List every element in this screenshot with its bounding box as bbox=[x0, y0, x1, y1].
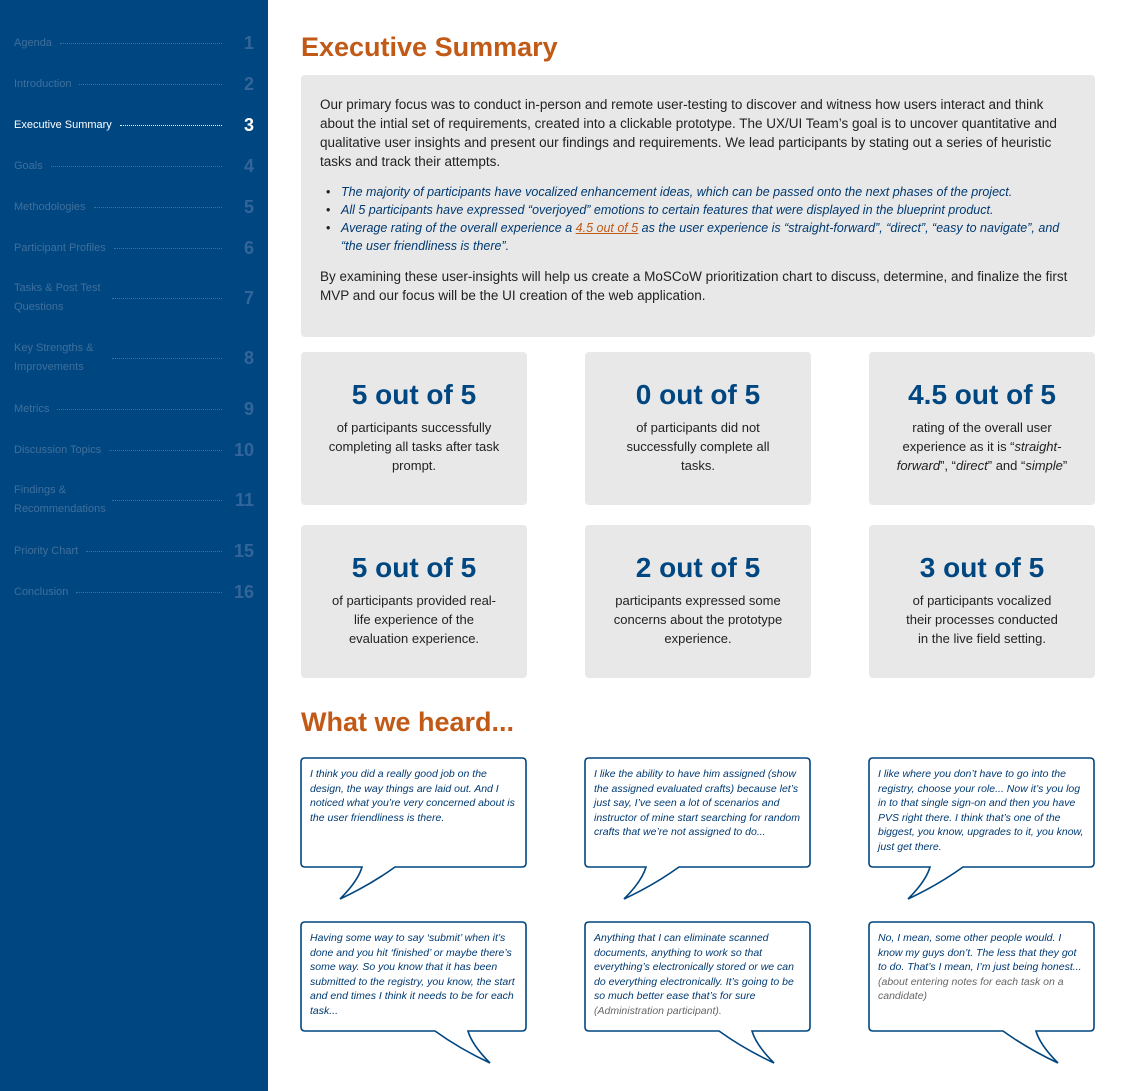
stat-card: 5 out of 5 of participants provided real… bbox=[301, 525, 527, 678]
toc-page-number: 8 bbox=[243, 347, 254, 368]
toc-leader-dots bbox=[119, 125, 222, 126]
toc-leader-dots bbox=[93, 207, 222, 208]
stat-card: 3 out of 5 of participants vocalized the… bbox=[869, 525, 1095, 678]
stat-description: of participants vocalized their processe… bbox=[906, 593, 1058, 646]
toc-leader-dots bbox=[59, 43, 222, 44]
sidebar-nav: Agenda 1 Introduction 2 Executive Summar… bbox=[0, 0, 268, 1091]
toc-page-number: 9 bbox=[243, 399, 254, 419]
toc-item-key-strengths[interactable]: Key Strengths & Improvements 8 bbox=[14, 339, 254, 377]
rating-highlight: 4.5 out of 5 bbox=[575, 221, 639, 235]
quote-attribution: (Administration participant). bbox=[594, 1004, 722, 1017]
toc-page-number: 7 bbox=[243, 287, 254, 308]
toc-item-agenda[interactable]: Agenda 1 bbox=[14, 33, 254, 54]
toc-label: Conclusion bbox=[14, 586, 69, 598]
toc-item-introduction[interactable]: Introduction 2 bbox=[14, 74, 254, 95]
summary-bullet: The majority of participants have vocali… bbox=[320, 183, 1075, 201]
summary-panel: Our primary focus was to conduct in-pers… bbox=[301, 75, 1095, 337]
bullet-text: Average rating of the overall experience… bbox=[341, 221, 576, 235]
toc-page-number: 10 bbox=[233, 440, 254, 460]
toc-item-methodologies[interactable]: Methodologies 5 bbox=[14, 197, 254, 218]
stat-value: 0 out of 5 bbox=[635, 379, 761, 410]
stat-value: 4.5 out of 5 bbox=[908, 379, 1056, 410]
toc-page-number: 2 bbox=[243, 74, 254, 94]
stat-description: rating of the overall user experience as… bbox=[896, 420, 1068, 473]
toc-leader-dots bbox=[79, 84, 222, 85]
quote-text: I like the ability to have him assigned … bbox=[594, 768, 801, 839]
stat-card: 4.5 out of 5 rating of the overall user … bbox=[869, 352, 1095, 505]
toc-item-executive-summary[interactable]: Executive Summary 3 bbox=[14, 115, 254, 136]
toc-label: Tasks & Post Test Questions bbox=[14, 282, 101, 313]
stat-description: of participants successfully completing … bbox=[328, 420, 500, 473]
stat-value: 2 out of 5 bbox=[635, 552, 761, 583]
toc-item-participant-profiles[interactable]: Participant Profiles 6 bbox=[14, 238, 254, 259]
section-title-what-we-heard: What we heard... bbox=[301, 707, 515, 737]
toc-leader-dots bbox=[109, 450, 222, 451]
toc-leader-dots bbox=[112, 357, 222, 359]
quote-bubble: Anything that I can eliminate scanned do… bbox=[584, 921, 812, 1067]
quote-text: I think you did a really good job on the… bbox=[310, 768, 515, 824]
toc-leader-dots bbox=[50, 166, 222, 167]
toc-label: Agenda bbox=[14, 37, 52, 49]
stat-card: 5 out of 5 of participants successfully … bbox=[301, 352, 527, 505]
stat-value: 3 out of 5 bbox=[919, 552, 1045, 583]
page-title: Executive Summary bbox=[301, 32, 558, 62]
toc-page-number: 16 bbox=[233, 582, 254, 602]
quote-text: Anything that I can eliminate scanned do… bbox=[594, 932, 794, 1017]
stat-value: 5 out of 5 bbox=[351, 552, 477, 583]
toc-leader-dots bbox=[76, 592, 222, 593]
toc-label: Participant Profiles bbox=[14, 242, 106, 254]
stat-description: participants expressed some concerns abo… bbox=[613, 593, 783, 646]
toc-label: Priority Chart bbox=[14, 545, 79, 557]
toc-label: Introduction bbox=[14, 78, 72, 90]
toc-page-number: 15 bbox=[233, 541, 254, 561]
toc-label: Findings & Recommendations bbox=[14, 484, 106, 515]
toc-item-goals[interactable]: Goals 4 bbox=[14, 156, 254, 177]
quote-bubble: No, I mean, some other people would. I k… bbox=[868, 921, 1096, 1067]
toc-item-tasks-post-test[interactable]: Tasks & Post Test Questions 7 bbox=[14, 279, 254, 317]
stat-card: 0 out of 5 of participants did not succe… bbox=[585, 352, 811, 505]
stat-description: of participants provided real-life exper… bbox=[331, 593, 497, 646]
quote-text: No, I mean, some other people would. I k… bbox=[878, 932, 1082, 1003]
quote-bubble: I think you did a really good job on the… bbox=[300, 757, 528, 903]
toc-label: Key Strengths & Improvements bbox=[14, 342, 94, 373]
summary-closing: By examining these user-insights will he… bbox=[320, 269, 1068, 303]
quote-bubble: Having some way to say ‘submit’ when it’… bbox=[300, 921, 528, 1067]
toc-item-priority-chart[interactable]: Priority Chart 15 bbox=[14, 541, 254, 562]
stat-card: 2 out of 5 participants expressed some c… bbox=[585, 525, 811, 678]
toc-label: Metrics bbox=[14, 403, 50, 415]
toc-label: Discussion Topics bbox=[14, 444, 102, 456]
stat-description: of participants did not successfully com… bbox=[626, 420, 770, 473]
toc-page-number: 4 bbox=[243, 156, 254, 176]
summary-bullet: Average rating of the overall experience… bbox=[320, 219, 1075, 255]
toc-item-discussion-topics[interactable]: Discussion Topics 10 bbox=[14, 440, 254, 461]
toc-leader-dots bbox=[57, 409, 222, 410]
quote-text: I like where you don’t have to go into t… bbox=[878, 768, 1084, 853]
toc-page-number: 6 bbox=[243, 238, 254, 258]
toc-leader-dots bbox=[112, 297, 222, 299]
toc-item-metrics[interactable]: Metrics 9 bbox=[14, 399, 254, 420]
toc-leader-dots bbox=[113, 248, 222, 249]
summary-bullets: The majority of participants have vocali… bbox=[320, 183, 1075, 255]
toc-label: Methodologies bbox=[14, 201, 86, 213]
toc-page-number: 5 bbox=[243, 197, 254, 217]
quote-bubble: I like where you don’t have to go into t… bbox=[868, 757, 1096, 903]
summary-bullet: All 5 participants have expressed “overj… bbox=[320, 201, 1075, 219]
toc-page-number: 1 bbox=[243, 33, 254, 53]
quote-bubble: I like the ability to have him assigned … bbox=[584, 757, 812, 903]
toc-label: Goals bbox=[14, 160, 43, 172]
toc-item-conclusion[interactable]: Conclusion 16 bbox=[14, 582, 254, 603]
toc-label: Executive Summary bbox=[14, 119, 112, 131]
toc-page-number: 3 bbox=[243, 115, 254, 135]
toc-leader-dots bbox=[112, 499, 222, 501]
quote-attribution: (about entering notes for each task on a… bbox=[878, 975, 1064, 1003]
toc-item-findings[interactable]: Findings & Recommendations 11 bbox=[14, 481, 254, 519]
quote-text: Having some way to say ‘submit’ when it’… bbox=[310, 932, 515, 1017]
toc-page-number: 11 bbox=[234, 489, 254, 510]
stat-value: 5 out of 5 bbox=[351, 379, 477, 410]
summary-intro: Our primary focus was to conduct in-pers… bbox=[320, 97, 1057, 169]
toc-leader-dots bbox=[86, 551, 222, 552]
